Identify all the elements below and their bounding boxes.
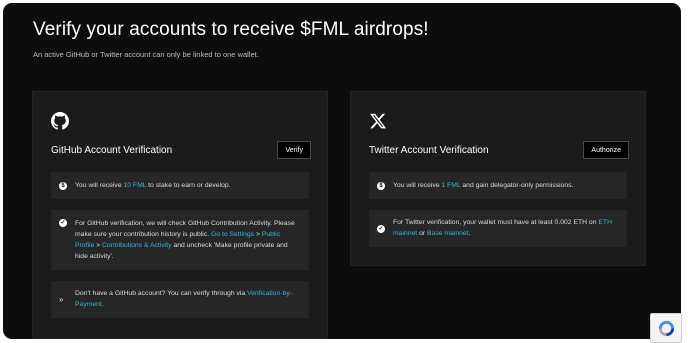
base-mainnet-link[interactable]: Base mainnet [427,230,469,237]
contributions-activity-link[interactable]: Contributions & Activity [102,242,172,249]
double-chevron-right-icon: » [59,294,64,304]
dollar-circle-icon: $ [377,181,385,190]
twitter-card-title: Twitter Account Verification [369,145,489,156]
github-alternative-note: » Don't have a GitHub account? You can v… [51,281,309,318]
twitter-verification-card: Twitter Account Verification Authorize $… [350,91,646,266]
recaptcha-icon [658,320,675,337]
verification-panel: Verify your accounts to receive $FML air… [3,3,681,339]
github-verification-card: GitHub Account Verification Verify $ You… [32,91,328,339]
recaptcha-badge[interactable] [650,313,682,343]
dollar-circle-icon: $ [59,181,67,190]
github-requirement-note: ✓ For GitHub verification, we will check… [51,210,309,270]
twitter-reward-note: $ You will receive 1 FML and gain delega… [369,172,627,199]
github-reward-note: $ You will receive 10 FML to stake to ea… [51,172,309,199]
check-circle-icon: ✓ [377,224,385,233]
check-circle-icon: ✓ [59,219,67,227]
x-icon [369,113,387,129]
twitter-requirement-note: ✓ For Twitter verification, your wallet … [369,210,627,247]
authorize-button[interactable]: Authorize [583,141,629,159]
fml-amount-link[interactable]: 1 FML [441,182,460,189]
fml-amount-link[interactable]: 10 FML [123,182,146,189]
settings-link[interactable]: Go to Settings [211,231,254,238]
page-title: Verify your accounts to receive $FML air… [33,19,429,40]
page-subtitle: An active GitHub or Twitter account can … [33,50,259,59]
verify-button[interactable]: Verify [277,141,311,159]
github-icon [51,112,69,130]
github-card-title: GitHub Account Verification [51,145,173,156]
